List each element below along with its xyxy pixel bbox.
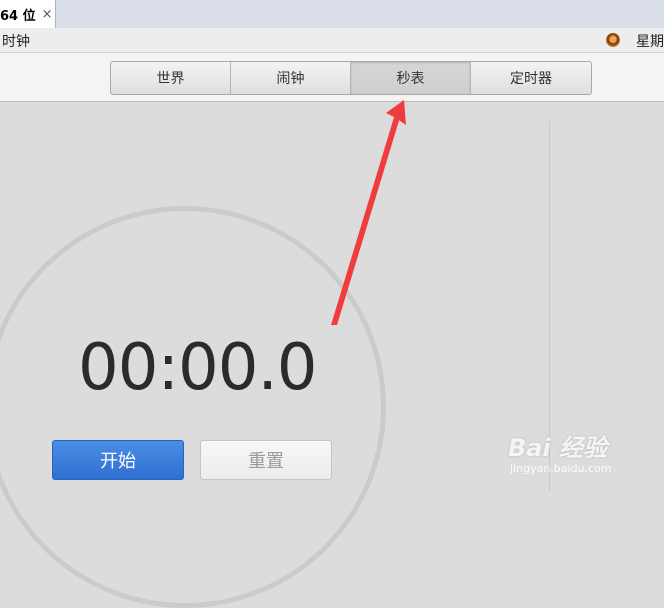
- vm-tab-label: 64 位: [0, 8, 36, 24]
- close-icon[interactable]: ×: [42, 7, 53, 22]
- stopwatch-panel: 00:00.0 开始 重置: [0, 102, 664, 608]
- tab-alarm[interactable]: 闹钟: [231, 62, 351, 94]
- tab-timer[interactable]: 定时器: [471, 62, 591, 94]
- tab-stopwatch[interactable]: 秒表: [351, 62, 471, 94]
- top-bar-clock[interactable]: 星期: [636, 31, 664, 51]
- laps-divider: [549, 122, 550, 491]
- stopwatch-ring: [0, 206, 386, 608]
- vm-tab[interactable]: 64 位 ×: [0, 0, 56, 28]
- app-menu-name[interactable]: 时钟: [2, 31, 30, 51]
- header-toolbar: 世界 闹钟 秒表 定时器: [0, 53, 664, 102]
- start-button[interactable]: 开始: [52, 440, 184, 480]
- tab-world[interactable]: 世界: [111, 62, 231, 94]
- tray-status-icon[interactable]: [606, 33, 620, 47]
- view-switcher: 世界 闹钟 秒表 定时器: [110, 61, 592, 95]
- vm-tab-strip: 64 位 ×: [0, 0, 664, 29]
- stopwatch-time: 00:00.0: [78, 331, 317, 405]
- top-bar: 时钟 星期: [0, 28, 664, 53]
- reset-button[interactable]: 重置: [200, 440, 332, 480]
